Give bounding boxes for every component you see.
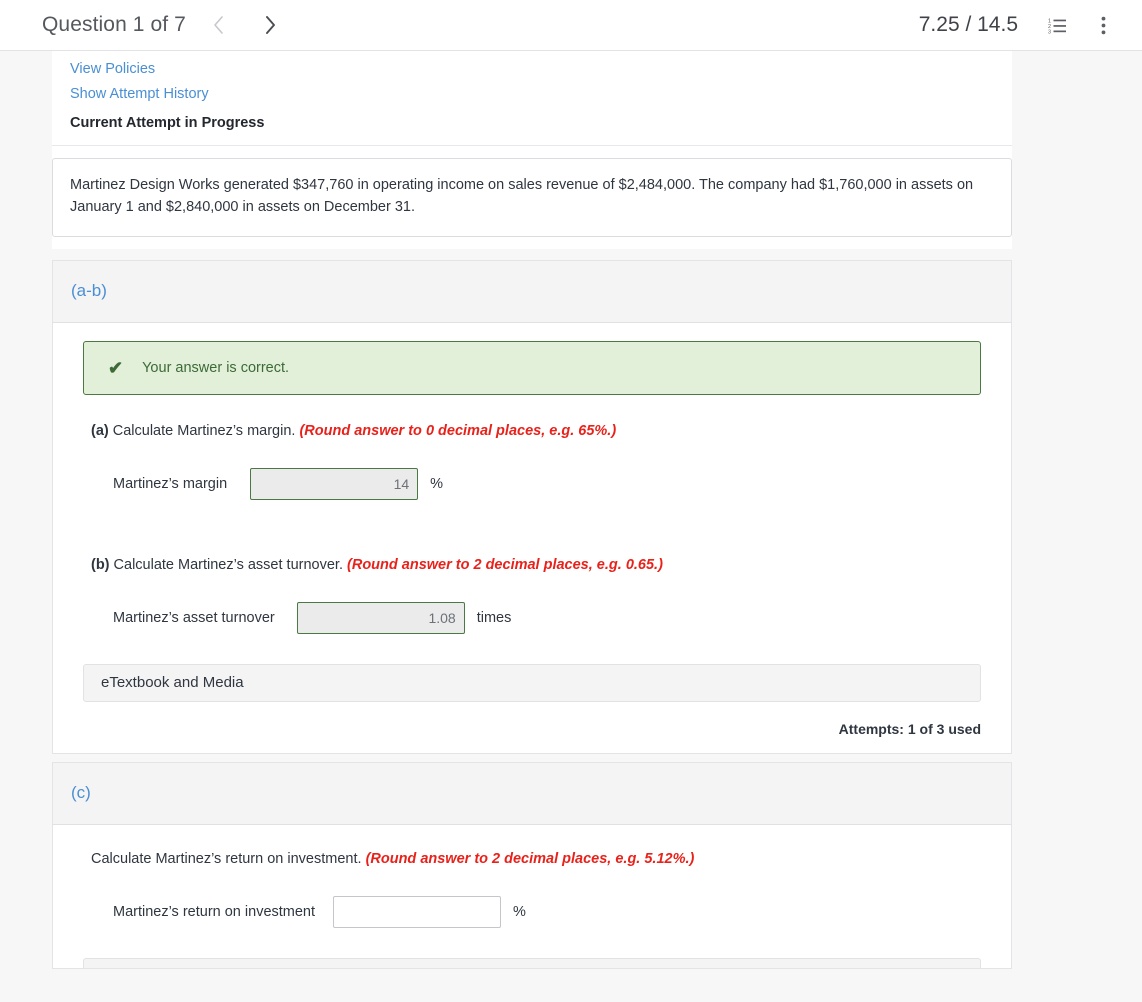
part-ab-body: ✔ Your answer is correct. (a) Calculate …: [53, 323, 1011, 753]
check-icon: ✔: [108, 357, 124, 378]
etextbook-and-media-bar-c[interactable]: [83, 957, 981, 968]
part-ab-card: ✔ Your answer is correct. (a) Calculate …: [52, 322, 1012, 754]
part-c-card: Calculate Martinez’s return on investmen…: [52, 824, 1012, 969]
question-b-text: (b) Calculate Martinez’s asset turnover.…: [91, 555, 981, 576]
attempts-counter: Attempts: 1 of 3 used: [838, 720, 981, 737]
question-a-hint: (Round answer to 0 decimal places, e.g. …: [299, 422, 617, 439]
question-c-prompt: Calculate Martinez’s return on investmen…: [91, 850, 362, 867]
question-list-button[interactable]: 1 2 3: [1040, 8, 1074, 42]
etextbook-and-media-label: eTextbook and Media: [101, 674, 244, 692]
chevron-left-icon: [214, 16, 224, 34]
answer-row-c: Martinez’s return on investment %: [113, 895, 981, 928]
etextbook-and-media-bar[interactable]: eTextbook and Media: [83, 663, 981, 702]
question-a-text: (a) Calculate Martinez’s margin. (Round …: [91, 421, 981, 442]
next-question-button[interactable]: [254, 8, 288, 42]
part-c-body: Calculate Martinez’s return on investmen…: [53, 825, 1011, 968]
return-on-investment-unit: %: [513, 903, 526, 920]
question-b-letter: (b): [91, 556, 110, 573]
asset-turnover-input[interactable]: [296, 601, 465, 634]
problem-statement: Martinez Design Works generated $347,760…: [52, 158, 1012, 237]
question-nav: [202, 8, 288, 42]
chevron-right-icon: [266, 16, 276, 34]
part-ab-label: (a-b): [71, 281, 107, 301]
answer-row-b: Martinez’s asset turnover times: [113, 601, 981, 634]
current-attempt-heading: Current Attempt in Progress: [70, 115, 265, 131]
more-options-button[interactable]: [1086, 8, 1120, 42]
question-a-prompt: Calculate Martinez’s margin.: [112, 422, 296, 439]
question-c-text: Calculate Martinez’s return on investmen…: [91, 849, 981, 870]
asset-turnover-unit: times: [476, 609, 512, 626]
correct-answer-text: Your answer is correct.: [142, 359, 290, 376]
question-page: View Policies Show Attempt History Curre…: [0, 51, 1142, 1002]
problem-statement-wrap: Martinez Design Works generated $347,760…: [52, 146, 1012, 237]
card-gap: [52, 248, 1012, 260]
correct-answer-banner: ✔ Your answer is correct.: [83, 340, 981, 395]
more-vertical-icon: [1101, 16, 1105, 34]
assignment-links-panel: View Policies Show Attempt History Curre…: [52, 51, 1012, 249]
toolbar-right-group: 7.25 / 14.5 1 2 3: [919, 8, 1120, 42]
spacer: [52, 236, 1012, 249]
answer-b-label: Martinez’s asset turnover: [113, 609, 275, 626]
previous-question-button[interactable]: [202, 8, 236, 42]
question-b-hint: (Round answer to 2 decimal places, e.g. …: [347, 556, 663, 573]
content-column: View Policies Show Attempt History Curre…: [52, 51, 1012, 969]
page-title: Question 1 of 7: [42, 13, 186, 36]
question-c-hint: (Round answer to 2 decimal places, e.g. …: [365, 850, 695, 867]
view-policies-link[interactable]: View Policies: [70, 61, 155, 77]
return-on-investment-input[interactable]: [333, 895, 502, 928]
part-c-label: (c): [71, 783, 91, 803]
links-area: View Policies Show Attempt History Curre…: [52, 51, 1012, 145]
margin-input[interactable]: [250, 467, 419, 500]
score-display: 7.25 / 14.5: [918, 13, 1018, 36]
card-gap-2: [52, 753, 1012, 762]
question-toolbar: Question 1 of 7 7.25 / 14.5 1 2 3: [0, 0, 1142, 51]
answer-a-label: Martinez’s margin: [113, 475, 228, 492]
margin-unit: %: [430, 475, 444, 492]
part-ab-header[interactable]: (a-b): [52, 259, 1012, 323]
question-a-letter: (a): [91, 422, 109, 439]
svg-text:3: 3: [1048, 29, 1051, 34]
show-attempt-history-link[interactable]: Show Attempt History: [70, 86, 209, 102]
question-b-prompt: Calculate Martinez’s asset turnover.: [113, 556, 343, 573]
answer-c-label: Martinez’s return on investment: [113, 903, 316, 920]
answer-row-a: Martinez’s margin %: [113, 467, 981, 500]
part-c-header[interactable]: (c): [52, 761, 1012, 825]
numbered-list-icon: 1 2 3: [1048, 18, 1066, 34]
